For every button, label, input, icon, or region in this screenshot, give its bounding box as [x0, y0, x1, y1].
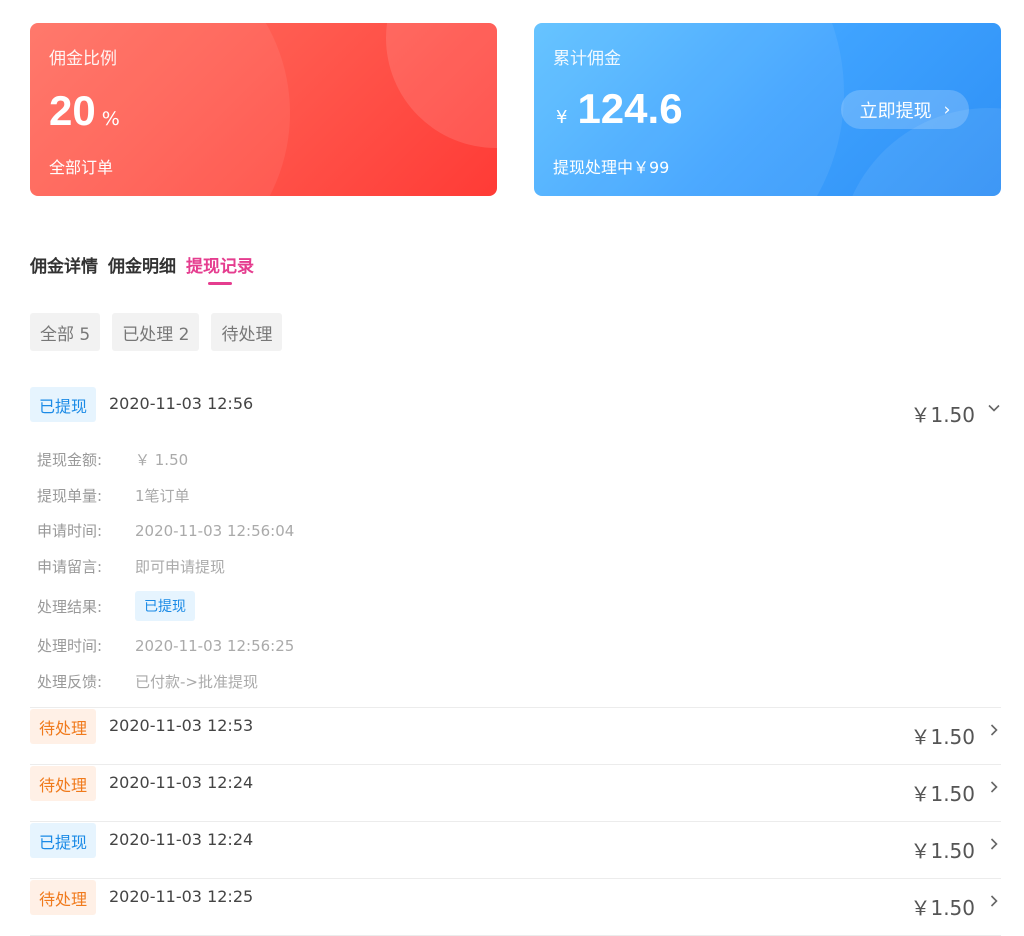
tab-commission-breakdown[interactable]: 佣金明细	[108, 252, 176, 285]
total-commission-value: 124.6	[577, 85, 683, 132]
card-decoration	[386, 23, 497, 148]
commission-rate-value: 20	[49, 87, 96, 134]
detail-amount: 提现金额: ￥ 1.50	[37, 442, 1001, 478]
record-time: 2020-11-03 12:24	[109, 773, 254, 792]
detail-label: 处理反馈:	[37, 672, 103, 691]
withdraw-record-detail: 提现金额: ￥ 1.50 提现单量: 1笔订单 申请时间: 2020-11-03…	[30, 442, 1001, 707]
detail-process-time: 处理时间: 2020-11-03 12:56:25	[37, 628, 1001, 664]
result-status-badge: 已提现	[135, 591, 195, 621]
filter-processed[interactable]: 已处理 2	[112, 313, 200, 351]
detail-feedback: 处理反馈: 已付款->批准提现	[37, 664, 1001, 700]
withdraw-processing-label: 提现处理中￥99	[553, 158, 670, 177]
status-badge: 已提现	[30, 387, 97, 422]
detail-label: 申请时间:	[37, 522, 103, 541]
status-badge: 已提现	[30, 823, 97, 858]
withdraw-record-header[interactable]: 待处理 2020-11-03 12:24 ￥1.50	[30, 765, 1001, 821]
detail-value: 1笔订单	[135, 486, 190, 505]
tab-commission-details[interactable]: 佣金详情	[30, 252, 98, 285]
detail-apply-time: 申请时间: 2020-11-03 12:56:04	[37, 513, 1001, 549]
chevron-right-icon[interactable]	[987, 779, 1001, 798]
total-commission: ¥ 124.6	[556, 85, 683, 133]
detail-apply-message: 申请留言: 即可申请提现	[37, 549, 1001, 585]
withdraw-record-header[interactable]: 已提现 2020-11-03 12:24 ￥1.50	[30, 822, 1001, 878]
detail-value: 已付款->批准提现	[135, 672, 258, 691]
record-time: 2020-11-03 12:53	[109, 716, 254, 735]
chevron-right-icon: ›	[943, 99, 951, 120]
record-time: 2020-11-03 12:24	[109, 830, 254, 849]
detail-result: 处理结果: 已提现	[37, 584, 1001, 628]
all-orders-label: 全部订单	[49, 158, 114, 177]
record-amount: ￥1.50	[910, 403, 975, 427]
total-commission-card: 累计佣金 ¥ 124.6 立即提现 › 提现处理中￥99	[534, 23, 1001, 196]
withdraw-now-button[interactable]: 立即提现 ›	[841, 90, 969, 129]
commission-rate: 20 %	[49, 87, 120, 135]
detail-label: 处理结果:	[37, 597, 103, 616]
filter-all[interactable]: 全部 5	[30, 313, 101, 351]
status-badge: 待处理	[30, 709, 97, 744]
chevron-down-icon[interactable]	[987, 400, 1001, 419]
record-amount: ￥1.50	[910, 782, 975, 806]
withdraw-now-label: 立即提现	[859, 100, 932, 122]
status-badge: 待处理	[30, 880, 97, 915]
record-time: 2020-11-03 12:25	[109, 887, 254, 906]
record-time: 2020-11-03 12:56	[109, 394, 254, 413]
withdraw-record-header[interactable]: 待处理 2020-11-03 12:53 ￥1.50	[30, 708, 1001, 764]
commission-rate-unit: %	[101, 108, 120, 130]
detail-order-count: 提现单量: 1笔订单	[37, 478, 1001, 514]
chevron-right-icon[interactable]	[987, 722, 1001, 741]
detail-value: 2020-11-03 12:56:25	[135, 636, 295, 655]
detail-label: 提现单量:	[37, 486, 103, 505]
tab-withdraw-records[interactable]: 提现记录	[186, 252, 254, 285]
record-amount: ￥1.50	[910, 896, 975, 920]
detail-label: 处理时间:	[37, 637, 103, 656]
withdraw-record: 待处理 2020-11-03 12:24 ￥1.50	[30, 765, 1001, 822]
withdraw-record-list: 已提现 2020-11-03 12:56 ￥1.50 提现金额: ￥ 1.50 …	[30, 386, 1001, 936]
total-commission-label: 累计佣金	[553, 49, 621, 69]
detail-label: 申请留言:	[37, 557, 103, 576]
detail-label: 提现金额:	[37, 451, 103, 470]
commission-rate-card: 佣金比例 20 % 全部订单	[30, 23, 497, 196]
chevron-right-icon[interactable]	[987, 893, 1001, 912]
withdraw-record-header[interactable]: 待处理 2020-11-03 12:25 ￥1.50	[30, 879, 1001, 935]
detail-value: 2020-11-03 12:56:04	[135, 521, 295, 540]
record-amount: ￥1.50	[910, 725, 975, 749]
currency-symbol: ¥	[556, 107, 568, 128]
withdraw-record-header[interactable]: 已提现 2020-11-03 12:56 ￥1.50	[30, 386, 1001, 442]
withdraw-record: 待处理 2020-11-03 12:53 ￥1.50	[30, 708, 1001, 765]
tab-bar: 佣金详情 佣金明细 提现记录	[30, 252, 254, 285]
filter-pending[interactable]: 待处理	[211, 313, 283, 351]
status-filter-bar: 全部 5 已处理 2 待处理	[30, 313, 283, 351]
detail-value: 即可申请提现	[135, 557, 226, 576]
withdraw-record: 已提现 2020-11-03 12:24 ￥1.50	[30, 822, 1001, 879]
status-badge: 待处理	[30, 766, 97, 801]
detail-value: ￥ 1.50	[135, 451, 189, 470]
withdraw-record: 已提现 2020-11-03 12:56 ￥1.50 提现金额: ￥ 1.50 …	[30, 386, 1001, 708]
withdraw-record: 待处理 2020-11-03 12:25 ￥1.50	[30, 879, 1001, 936]
record-amount: ￥1.50	[910, 839, 975, 863]
commission-rate-label: 佣金比例	[49, 49, 117, 69]
chevron-right-icon[interactable]	[987, 836, 1001, 855]
